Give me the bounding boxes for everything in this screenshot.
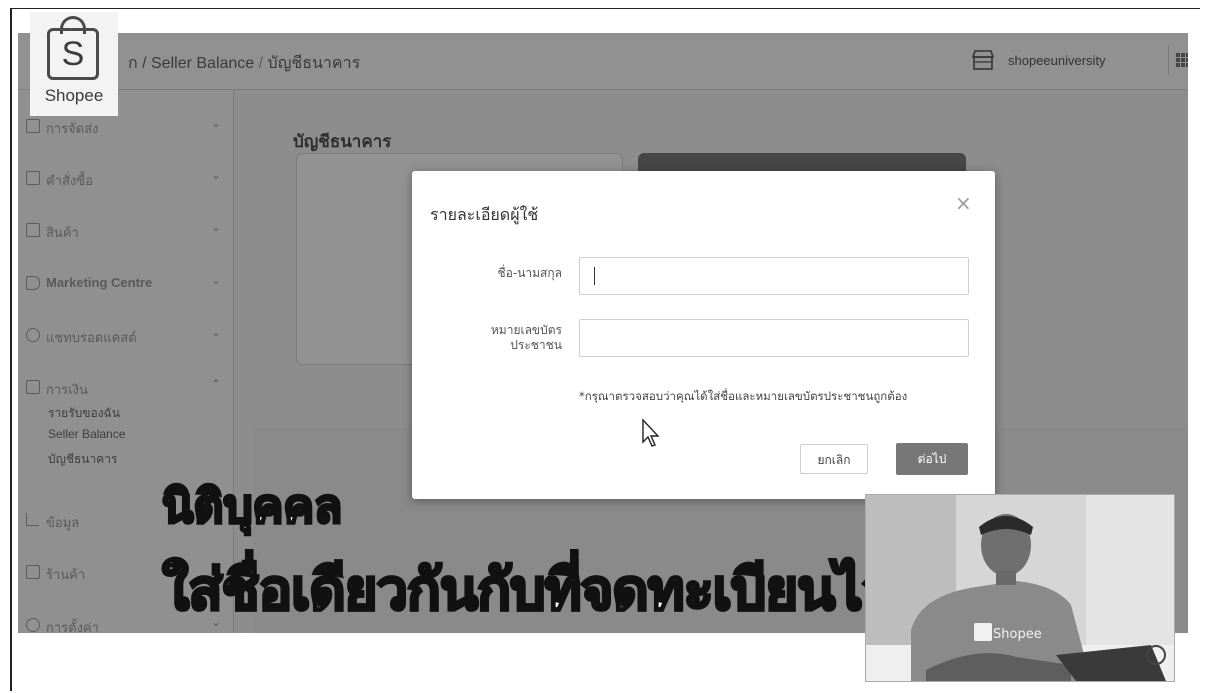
truck-icon xyxy=(26,119,40,133)
verification-hint: *กรุณาตรวจสอบว่าคุณได้ใส่ชื่อและหมายเลขบ… xyxy=(579,389,908,403)
chevron-down-icon: ⌄ xyxy=(210,220,221,234)
id-card-field-label: หมายเลขบัตร ประชาชน xyxy=(422,323,562,353)
sidebar-item-finance[interactable]: การเงิน ⌃ xyxy=(26,377,221,399)
breadcrumb-separator: / xyxy=(254,55,268,72)
sidebar-item-label: ข้อมูล xyxy=(46,515,80,530)
shop-name[interactable]: shopeeuniversity xyxy=(1008,53,1106,68)
breadcrumb: ก / Seller Balance / บัญชีธนาคาร xyxy=(128,51,360,76)
presenter-video-overlay: Shopee xyxy=(865,494,1175,682)
next-button[interactable]: ต่อไป xyxy=(896,443,968,475)
sidebar-item-orders[interactable]: คำสั่งซื้อ ⌄ xyxy=(26,168,221,190)
chevron-down-icon: ⌄ xyxy=(210,116,221,130)
shopee-logo: S Shopee xyxy=(30,12,118,116)
mouse-cursor-icon xyxy=(642,418,660,447)
sidebar-item-label: การเงิน xyxy=(46,382,88,397)
sidebar-item-label: ร้านค้า xyxy=(46,567,86,582)
broadcast-icon xyxy=(26,328,40,342)
sidebar-item-label: แชทบรอดแคสต์ xyxy=(46,330,137,345)
sidebar-item-shipping[interactable]: การจัดส่ง ⌄ xyxy=(26,116,221,138)
id-label-line-1: หมายเลขบัตร xyxy=(490,323,562,337)
caption-line-1: นิติบุคคล xyxy=(160,478,343,535)
chevron-down-icon: ⌄ xyxy=(210,273,221,287)
sidebar-item-label: คำสั่งซื้อ xyxy=(46,173,93,188)
caption-line-2: ใส่ชื่อเดียวกันกับที่จดทะเบียนไว้ xyxy=(160,557,894,625)
breadcrumb-home[interactable]: ก / xyxy=(128,55,151,72)
page-title: บัญชีธนาคาร xyxy=(293,132,392,152)
sidebar-sub-my-income[interactable]: รายรับของฉัน xyxy=(48,404,120,423)
tag-icon xyxy=(26,276,40,290)
sidebar-sub-seller-balance[interactable]: Seller Balance xyxy=(48,427,125,441)
chevron-down-icon: ⌄ xyxy=(210,168,221,182)
logo-wordmark: Shopee xyxy=(44,86,104,105)
logo-letter: S xyxy=(61,35,85,73)
full-name-input[interactable] xyxy=(579,257,969,295)
chevron-up-icon: ⌃ xyxy=(210,377,221,391)
close-icon[interactable]: × xyxy=(955,191,972,215)
wallet-icon xyxy=(26,380,40,394)
presenter-image: Shopee xyxy=(866,495,1174,681)
id-card-number-input[interactable] xyxy=(579,319,969,357)
topbar-divider xyxy=(1168,45,1169,75)
sidebar-item-label: Marketing Centre xyxy=(46,275,153,290)
breadcrumb-seller-balance[interactable]: Seller Balance xyxy=(151,55,254,72)
top-bar: ก / Seller Balance / บัญชีธนาคาร shopeeu… xyxy=(18,33,1188,90)
text-caret xyxy=(594,267,595,285)
id-label-line-2: ประชาชน xyxy=(510,338,562,352)
shop-icon[interactable] xyxy=(970,49,996,71)
product-icon xyxy=(26,223,40,237)
sidebar-item-marketing-centre[interactable]: Marketing Centre ⌄ xyxy=(26,273,221,295)
sidebar-item-chat-broadcast[interactable]: แชทบรอดแคสต์ ⌄ xyxy=(26,325,221,347)
user-details-modal: รายละเอียดผู้ใช้ × ชื่อ-นามสกุล หมายเลขบ… xyxy=(412,171,995,499)
store-icon xyxy=(26,565,40,579)
chart-icon xyxy=(26,513,39,526)
apps-grid-icon[interactable] xyxy=(1176,53,1188,67)
sidebar-sub-bank-account[interactable]: บัญชีธนาคาร xyxy=(48,450,117,469)
cancel-button[interactable]: ยกเลิก xyxy=(800,444,868,474)
settings-icon xyxy=(26,618,40,632)
modal-title: รายละเอียดผู้ใช้ xyxy=(430,205,539,224)
name-field-label: ชื่อ-นามสกุล xyxy=(497,266,562,280)
chevron-down-icon: ⌄ xyxy=(210,325,221,339)
order-icon xyxy=(26,171,40,185)
sidebar-item-label: การจัดส่ง xyxy=(46,121,99,136)
shirt-logo-text: Shopee xyxy=(993,627,1042,642)
sidebar-item-products[interactable]: สินค้า ⌄ xyxy=(26,220,221,242)
breadcrumb-current: บัญชีธนาคาร xyxy=(267,55,361,72)
sidebar-item-label: การตั้งค่า xyxy=(46,620,99,633)
sidebar-item-label: สินค้า xyxy=(46,225,79,240)
